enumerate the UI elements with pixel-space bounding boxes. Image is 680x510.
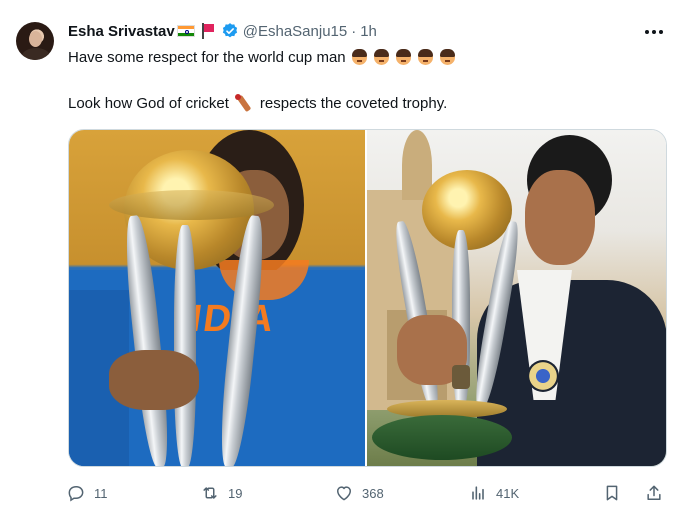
author-display-name[interactable]: Esha Srivastav bbox=[68, 23, 175, 40]
tweet-text-line-2: Look how God of cricket respects the cov… bbox=[68, 92, 447, 114]
wrist-watch bbox=[452, 365, 470, 389]
reply-button[interactable]: 11 bbox=[66, 482, 108, 504]
world-cup-trophy bbox=[89, 130, 289, 466]
verified-badge-icon bbox=[222, 23, 237, 38]
share-icon bbox=[647, 485, 661, 500]
views-button[interactable]: 41K bbox=[468, 482, 519, 504]
share-button[interactable] bbox=[644, 482, 664, 504]
tweet-text-2-suffix: respects the coveted trophy. bbox=[259, 94, 448, 112]
tweet-text-2-prefix: Look how God of cricket bbox=[68, 94, 229, 112]
view-count: 41K bbox=[496, 485, 520, 501]
avatar-body bbox=[22, 48, 50, 60]
bookmark-button[interactable] bbox=[602, 482, 622, 504]
tweet-actions: 11 19 368 41K bbox=[62, 482, 668, 504]
reply-count: 11 bbox=[94, 485, 108, 501]
tweet-header: Esha Srivastav @EshaSanju15 · 1h bbox=[68, 20, 377, 42]
separator-dot: · bbox=[351, 22, 357, 40]
media-photo-left[interactable]: NDIA bbox=[69, 130, 365, 466]
india-flag-icon bbox=[176, 25, 195, 37]
more-horizontal-icon[interactable] bbox=[640, 22, 668, 42]
bookmark-icon bbox=[606, 485, 618, 501]
like-count: 368 bbox=[362, 485, 384, 501]
repost-icon bbox=[203, 487, 217, 499]
world-cup-trophy bbox=[367, 160, 527, 466]
views-chart-icon bbox=[472, 486, 484, 500]
reply-icon bbox=[68, 486, 84, 502]
media-photo-right[interactable] bbox=[367, 130, 666, 466]
tweet-card[interactable]: Esha Srivastav @EshaSanju15 · 1h Have so… bbox=[0, 0, 680, 510]
tweet-media[interactable]: NDIA bbox=[68, 129, 667, 467]
like-button[interactable]: 368 bbox=[334, 482, 384, 504]
person-emoji-icon bbox=[373, 48, 390, 66]
man-face bbox=[525, 170, 595, 265]
cricket-bat-emoji-icon bbox=[234, 94, 254, 113]
person-emoji-icon bbox=[395, 48, 412, 66]
author-handle[interactable]: @EshaSanju15 bbox=[243, 23, 347, 40]
author-avatar[interactable] bbox=[16, 22, 54, 60]
heart-icon bbox=[337, 486, 351, 501]
red-flag-icon bbox=[201, 23, 215, 39]
repost-button[interactable]: 19 bbox=[200, 482, 242, 504]
avatar-face bbox=[29, 31, 42, 47]
person-emoji-icon bbox=[417, 48, 434, 66]
person-emoji-icon bbox=[351, 48, 368, 66]
repost-count: 19 bbox=[228, 485, 243, 501]
tweet-text-1: Have some respect for the world cup man bbox=[68, 48, 346, 66]
player-hands bbox=[109, 350, 199, 410]
blazer-emblem bbox=[527, 360, 559, 392]
tweet-timestamp[interactable]: 1h bbox=[360, 23, 377, 40]
person-emoji-icon bbox=[439, 48, 456, 66]
tweet-text-line-1: Have some respect for the world cup man bbox=[68, 46, 456, 68]
